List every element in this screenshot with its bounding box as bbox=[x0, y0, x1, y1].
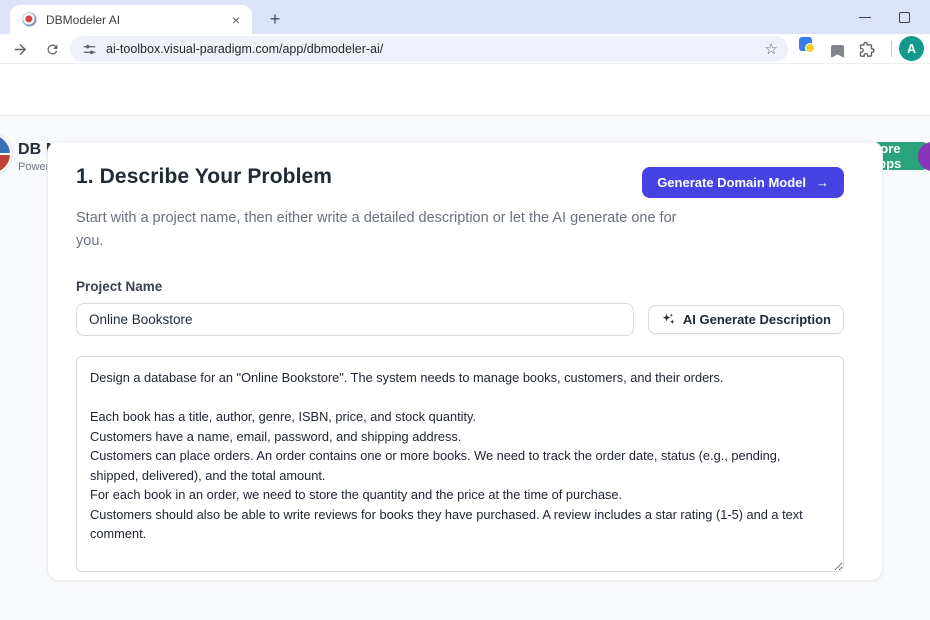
new-tab-button[interactable]: + bbox=[263, 7, 287, 31]
window-minimize-icon[interactable] bbox=[859, 17, 871, 18]
address-bar[interactable]: ai-toolbox.visual-paradigm.com/app/dbmod… bbox=[70, 36, 788, 62]
section-subtitle: Start with a project name, then either w… bbox=[76, 207, 686, 253]
arrow-right-icon: → bbox=[816, 175, 829, 190]
tab-title: DBModeler AI bbox=[46, 13, 230, 27]
description-textarea[interactable]: Design a database for an "Online Booksto… bbox=[76, 356, 844, 572]
window-maximize-icon[interactable] bbox=[899, 12, 910, 23]
sparkles-icon bbox=[661, 312, 676, 327]
toolbar-divider bbox=[891, 41, 892, 57]
browser-toolbar: ai-toolbox.visual-paradigm.com/app/dbmod… bbox=[0, 34, 930, 64]
extension-icon-gray[interactable] bbox=[831, 45, 844, 58]
extensions-puzzle-icon[interactable] bbox=[858, 41, 875, 58]
reload-icon[interactable] bbox=[40, 37, 64, 61]
extension-icon-blue[interactable] bbox=[799, 37, 812, 51]
generate-domain-model-button[interactable]: Generate Domain Model → bbox=[642, 167, 844, 198]
site-info-icon[interactable] bbox=[82, 42, 97, 57]
app-logo bbox=[0, 133, 12, 175]
browser-tab[interactable]: DBModeler AI × bbox=[10, 5, 252, 34]
bookmark-star-icon[interactable]: ☆ bbox=[765, 40, 778, 58]
tab-close-icon[interactable]: × bbox=[230, 13, 242, 27]
ai-generate-description-button[interactable]: AI Generate Description bbox=[648, 305, 844, 334]
project-name-input[interactable] bbox=[76, 303, 634, 336]
browser-tab-strip: DBModeler AI × + bbox=[0, 0, 930, 34]
forward-icon[interactable] bbox=[8, 37, 32, 61]
section-heading: 1. Describe Your Problem bbox=[76, 165, 332, 189]
project-name-label: Project Name bbox=[76, 279, 844, 294]
window-controls bbox=[859, 0, 910, 34]
describe-problem-card: 1. Describe Your Problem Generate Domain… bbox=[47, 141, 883, 581]
url-text[interactable]: ai-toolbox.visual-paradigm.com/app/dbmod… bbox=[106, 42, 765, 56]
app-header: DB Modeler AI Powered by Visual Paradigm… bbox=[0, 64, 930, 116]
site-favicon-icon bbox=[22, 12, 37, 27]
browser-profile-avatar[interactable]: A bbox=[899, 36, 924, 61]
